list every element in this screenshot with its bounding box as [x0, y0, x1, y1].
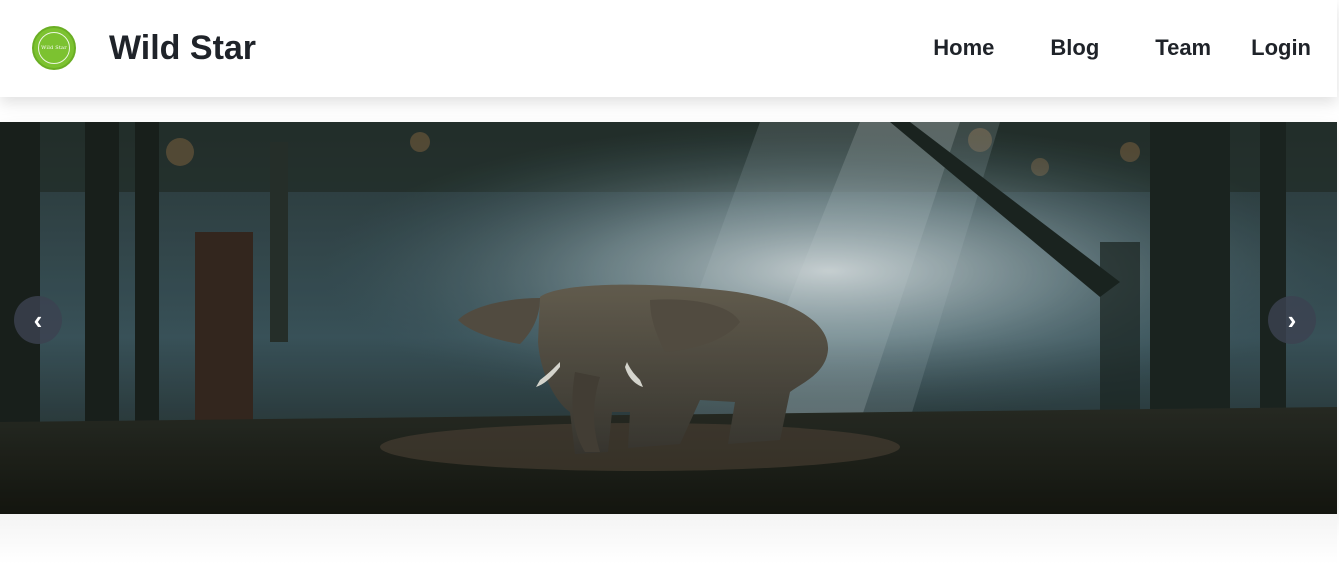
- brand-link[interactable]: Wild Star Wild Star: [32, 24, 256, 72]
- nav-link-blog[interactable]: Blog: [1050, 30, 1099, 66]
- section-divider: [0, 514, 1337, 564]
- carousel-next-button[interactable]: ›: [1268, 296, 1316, 344]
- brand-logo: Wild Star: [32, 26, 76, 70]
- nav-links: Home Blog Team Login: [933, 30, 1311, 66]
- nav-link-login[interactable]: Login: [1251, 30, 1311, 66]
- brand-name: Wild Star: [109, 29, 257, 67]
- hero-carousel: ‹ ›: [0, 122, 1337, 514]
- carousel-slide-image: [0, 122, 1337, 514]
- navbar: Wild Star Wild Star Home Blog Team Login: [0, 0, 1337, 97]
- carousel-prev-button[interactable]: ‹: [14, 296, 62, 344]
- chevron-right-icon: ›: [1287, 305, 1297, 335]
- nav-link-team[interactable]: Team: [1155, 30, 1211, 66]
- logo-text: Wild Star: [41, 45, 67, 51]
- chevron-left-icon: ‹: [33, 305, 43, 335]
- nav-link-home[interactable]: Home: [933, 30, 994, 66]
